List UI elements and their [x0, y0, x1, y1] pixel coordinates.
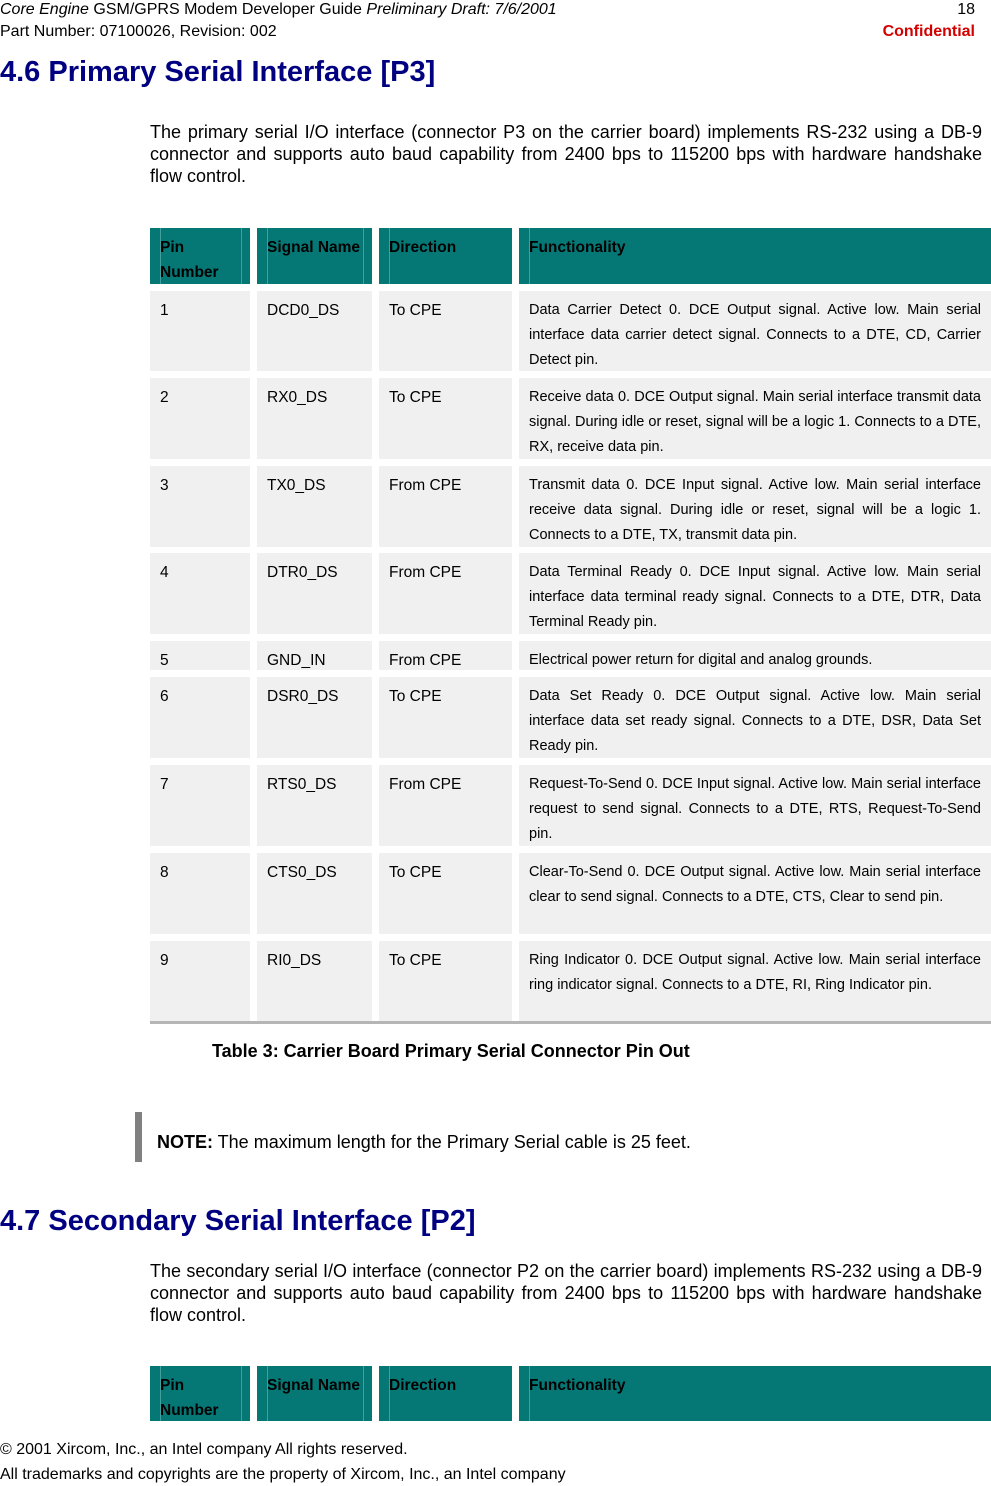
direction-cell: To CPE — [379, 853, 512, 934]
header-label: Functionality — [529, 239, 626, 256]
pin-number-cell: 7 — [150, 765, 250, 846]
header-pin-number: Pin Number — [150, 228, 250, 284]
header-label: Functionality — [529, 1377, 626, 1394]
signal-name-cell: RX0_DS — [257, 378, 372, 459]
direction-cell: From CPE — [379, 553, 512, 634]
functionality-cell: Ring Indicator 0. DCE Output signal. Act… — [519, 941, 991, 1021]
functionality-cell: Data Terminal Ready 0. DCE Input signal.… — [519, 553, 991, 634]
pin-number-cell: 3 — [150, 466, 250, 547]
header-signal-name: Signal Name — [257, 228, 372, 284]
confidential-label: Confidential — [882, 23, 975, 40]
page-header-line-1: Core Engine GSM/GPRS Modem Developer Gui… — [0, 0, 975, 20]
pin-number-cell: 1 — [150, 291, 250, 371]
table-row: 3 TX0_DS From CPE Transmit data 0. DCE Inpu… — [150, 466, 991, 547]
signal-name-cell: DTR0_DS — [257, 553, 372, 634]
pin-number-cell: 8 — [150, 853, 250, 934]
pin-number-cell: 2 — [150, 378, 250, 459]
section-4-7-body: The secondary serial I/O interface (conn… — [150, 1261, 982, 1325]
signal-name-cell: CTS0_DS — [257, 853, 372, 934]
header-label: Pin Number — [160, 1377, 219, 1419]
header-label: Direction — [389, 239, 457, 256]
pin-number-cell: 5 — [150, 641, 250, 670]
note-label: NOTE: — [157, 1132, 213, 1152]
pin-number-cell: 6 — [150, 677, 250, 758]
page-header-line-2: Part Number: 07100026, Revision: 002 Con… — [0, 22, 975, 42]
direction-cell: From CPE — [379, 641, 512, 670]
table-header-row: Pin Number Signal Name Direction Functio… — [150, 1366, 991, 1421]
header-label: Signal Name — [267, 1377, 361, 1394]
table-row: 8 CTS0_DS To CPE Clear-To-Send 0. DCE Outpu… — [150, 853, 991, 934]
note-callout: NOTE: The maximum length for the Primary… — [135, 1112, 691, 1162]
functionality-cell: Data Carrier Detect 0. DCE Output signal… — [519, 291, 991, 371]
signal-name-cell: DCD0_DS — [257, 291, 372, 371]
table-row: 6 DSR0_DS To CPE Data Set Ready 0. DCE Outp… — [150, 677, 991, 758]
functionality-cell: Request-To-Send 0. DCE Input signal. Act… — [519, 765, 991, 846]
header-direction: Direction — [379, 1366, 512, 1421]
direction-cell: From CPE — [379, 466, 512, 547]
pin-number-cell: 4 — [150, 553, 250, 634]
table-bottom-rule — [150, 1021, 991, 1024]
header-functionality: Functionality — [519, 228, 991, 284]
table-row: 4 DTR0_DS From CPE Data Terminal Ready 0. D… — [150, 553, 991, 634]
direction-cell: From CPE — [379, 765, 512, 846]
functionality-cell: Data Set Ready 0. DCE Output signal. Act… — [519, 677, 991, 758]
header-signal-name: Signal Name — [257, 1366, 372, 1421]
table-row: 1 DCD0_DS To CPE Data Carrier Detect 0. DCE… — [150, 291, 991, 371]
footer-copyright: © 2001 Xircom, Inc., an Intel company Al… — [0, 1441, 408, 1458]
section-heading-4-6: 4.6 Primary Serial Interface [P3] — [0, 56, 436, 88]
functionality-cell: Electrical power return for digital and … — [519, 641, 991, 670]
signal-name-cell: RTS0_DS — [257, 765, 372, 846]
header-label: Pin Number — [160, 239, 219, 281]
signal-name-cell: RI0_DS — [257, 941, 372, 1021]
signal-name-cell: GND_IN — [257, 641, 372, 670]
signal-name-cell: DSR0_DS — [257, 677, 372, 758]
direction-cell: To CPE — [379, 291, 512, 371]
signal-name-cell: TX0_DS — [257, 466, 372, 547]
direction-cell: To CPE — [379, 941, 512, 1021]
header-label: Direction — [389, 1377, 457, 1394]
section-4-6-body: The primary serial I/O interface (connec… — [150, 122, 982, 186]
note-text: The maximum length for the Primary Seria… — [213, 1132, 691, 1152]
table-row: 5 GND_IN From CPE Electrical power return f… — [150, 641, 991, 670]
header-pin-number: Pin Number — [150, 1366, 250, 1421]
header-label: Signal Name — [267, 239, 361, 256]
functionality-cell: Receive data 0. DCE Output signal. Main … — [519, 378, 991, 459]
secondary-serial-pin-table: Pin Number Signal Name Direction Functio… — [150, 1366, 991, 1421]
table-caption: Table 3: Carrier Board Primary Serial Co… — [212, 1041, 690, 1061]
table-row: 9 RI0_DS To CPE Ring Indicator 0. DCE Outpu… — [150, 941, 991, 1021]
footer-trademarks: All trademarks and copyrights are the pr… — [0, 1466, 566, 1483]
table-header-row: Pin Number Signal Name Direction Functio… — [150, 228, 991, 284]
section-heading-4-7: 4.7 Secondary Serial Interface [P2] — [0, 1205, 476, 1237]
primary-serial-pin-table: Pin Number Signal Name Direction Functio… — [150, 228, 991, 1028]
direction-cell: To CPE — [379, 378, 512, 459]
page-number: 18 — [957, 1, 975, 18]
functionality-cell: Clear-To-Send 0. DCE Output signal. Acti… — [519, 853, 991, 934]
draft-date: Preliminary Draft: 7/6/2001 — [366, 1, 557, 18]
table-row: 2 RX0_DS To CPE Receive data 0. DCE Output … — [150, 378, 991, 459]
doc-title-italic: Core Engine — [0, 1, 89, 18]
functionality-cell: Transmit data 0. DCE Input signal. Activ… — [519, 466, 991, 547]
pin-number-cell: 9 — [150, 941, 250, 1021]
direction-cell: To CPE — [379, 677, 512, 758]
doc-title: GSM/GPRS Modem Developer Guide — [88, 1, 367, 18]
header-direction: Direction — [379, 228, 512, 284]
header-functionality: Functionality — [519, 1366, 991, 1421]
part-number: Part Number: 07100026, Revision: 002 — [0, 23, 277, 40]
table-row: 7 RTS0_DS From CPE Request-To-Send 0. DCE I… — [150, 765, 991, 846]
